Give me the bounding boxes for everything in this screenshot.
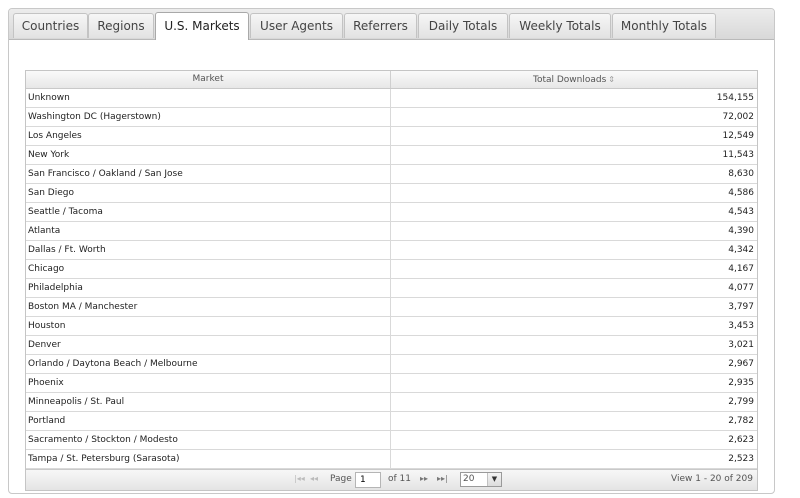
market-cell: Washington DC (Hagerstown): [26, 108, 391, 126]
tab-countries[interactable]: Countries: [13, 13, 88, 38]
total-downloads-cell: 2,967: [728, 359, 754, 369]
report-panel: Countries Regions U.S. Markets User Agen…: [8, 8, 775, 494]
grid-header: Market Total Downloads ⇕: [26, 71, 757, 89]
table-row[interactable]: Seattle / Tacoma 4,543: [26, 203, 757, 222]
total-downloads-cell: 4,586: [728, 188, 754, 198]
total-downloads-cell: 2,935: [728, 378, 754, 388]
markets-grid: Market Total Downloads ⇕ Unknown 154,155 Wa…: [25, 70, 758, 491]
table-row[interactable]: Unknown 154,155: [26, 89, 757, 108]
total-downloads-cell: 3,797: [728, 302, 754, 312]
table-row[interactable]: New York 11,543: [26, 146, 757, 165]
table-row[interactable]: Houston 3,453: [26, 317, 757, 336]
total-downloads-cell: 2,799: [728, 397, 754, 407]
table-row[interactable]: Atlanta 4,390: [26, 222, 757, 241]
tab-regions[interactable]: Regions: [88, 13, 154, 38]
total-downloads-cell: 4,390: [728, 226, 754, 236]
market-cell: San Francisco / Oakland / San Jose: [26, 165, 391, 183]
market-cell: Portland: [26, 412, 391, 430]
market-cell: Sacramento / Stockton / Modesto: [26, 431, 391, 449]
total-downloads-cell: 2,782: [728, 416, 754, 426]
market-cell: Atlanta: [26, 222, 391, 240]
table-row[interactable]: Chicago 4,167: [26, 260, 757, 279]
rows-per-page-value: 20: [463, 474, 475, 484]
table-row[interactable]: Los Angeles 12,549: [26, 127, 757, 146]
total-downloads-cell: 11,543: [722, 150, 755, 160]
column-header-market[interactable]: Market: [26, 71, 391, 88]
table-row[interactable]: Boston MA / Manchester 3,797: [26, 298, 757, 317]
market-cell: San Diego: [26, 184, 391, 202]
total-downloads-cell: 3,453: [728, 321, 754, 331]
total-downloads-cell: 4,167: [728, 264, 754, 274]
table-row[interactable]: Phoenix 2,935: [26, 374, 757, 393]
market-cell: Denver: [26, 336, 391, 354]
page-count-label: of 11: [388, 474, 411, 484]
last-page-icon[interactable]: ▸▸|: [437, 474, 448, 483]
total-downloads-cell: 2,623: [728, 435, 754, 445]
column-header-total-downloads[interactable]: Total Downloads ⇕: [391, 71, 757, 88]
column-header-market-label: Market: [192, 74, 224, 84]
sort-arrows-icon[interactable]: ⇕: [608, 75, 615, 84]
table-row[interactable]: Denver 3,021: [26, 336, 757, 355]
total-downloads-cell: 3,021: [728, 340, 754, 350]
table-row[interactable]: Dallas / Ft. Worth 4,342: [26, 241, 757, 260]
page-number-input[interactable]: [355, 472, 381, 488]
table-row[interactable]: San Diego 4,586: [26, 184, 757, 203]
chevron-down-icon: ▼: [487, 473, 501, 486]
tab-user-agents[interactable]: User Agents: [250, 13, 343, 38]
market-cell: Minneapolis / St. Paul: [26, 393, 391, 411]
total-downloads-cell: 4,543: [728, 207, 754, 217]
pager: |◂◂ ◂◂ Page of 11 ▸▸ ▸▸| 20 ▼ View 1 - 2…: [26, 469, 757, 490]
total-downloads-cell: 154,155: [716, 93, 754, 103]
market-cell: Houston: [26, 317, 391, 335]
tab-weekly-totals[interactable]: Weekly Totals: [509, 13, 611, 38]
market-cell: Unknown: [26, 89, 391, 107]
grid-body: Unknown 154,155 Washington DC (Hagerstown)…: [26, 89, 757, 469]
table-row[interactable]: Washington DC (Hagerstown) 72,002: [26, 108, 757, 127]
prev-page-icon[interactable]: ◂◂: [310, 474, 318, 483]
page-label: Page: [330, 474, 352, 484]
table-row[interactable]: Tampa / St. Petersburg (Sarasota) 2,523: [26, 450, 757, 469]
total-downloads-cell: 72,002: [722, 112, 755, 122]
tab-monthly-totals[interactable]: Monthly Totals: [612, 13, 716, 38]
total-downloads-cell: 4,342: [728, 245, 754, 255]
total-downloads-cell: 2,523: [728, 454, 754, 464]
market-cell: New York: [26, 146, 391, 164]
rows-per-page-select[interactable]: 20 ▼: [460, 472, 502, 487]
view-range-info: View 1 - 20 of 209: [671, 474, 753, 484]
first-page-icon[interactable]: |◂◂: [294, 474, 305, 483]
market-cell: Phoenix: [26, 374, 391, 392]
market-cell: Dallas / Ft. Worth: [26, 241, 391, 259]
tab-referrers[interactable]: Referrers: [344, 13, 417, 38]
tab-bar: Countries Regions U.S. Markets User Agen…: [9, 9, 774, 40]
market-cell: Orlando / Daytona Beach / Melbourne: [26, 355, 391, 373]
table-row[interactable]: San Francisco / Oakland / San Jose 8,630: [26, 165, 757, 184]
table-row[interactable]: Orlando / Daytona Beach / Melbourne 2,967: [26, 355, 757, 374]
market-cell: Seattle / Tacoma: [26, 203, 391, 221]
next-page-icon[interactable]: ▸▸: [420, 474, 428, 483]
total-downloads-cell: 8,630: [728, 169, 754, 179]
table-row[interactable]: Sacramento / Stockton / Modesto 2,623: [26, 431, 757, 450]
market-cell: Chicago: [26, 260, 391, 278]
tab-daily-totals[interactable]: Daily Totals: [418, 13, 508, 38]
market-cell: Los Angeles: [26, 127, 391, 145]
tab-us-markets[interactable]: U.S. Markets: [155, 12, 249, 40]
market-cell: Boston MA / Manchester: [26, 298, 391, 316]
total-downloads-cell: 12,549: [722, 131, 755, 141]
total-downloads-cell: 4,077: [728, 283, 754, 293]
table-row[interactable]: Minneapolis / St. Paul 2,799: [26, 393, 757, 412]
table-row[interactable]: Philadelphia 4,077: [26, 279, 757, 298]
market-cell: Philadelphia: [26, 279, 391, 297]
market-cell: Tampa / St. Petersburg (Sarasota): [26, 450, 391, 468]
column-header-total-label: Total Downloads: [532, 75, 607, 85]
table-row[interactable]: Portland 2,782: [26, 412, 757, 431]
